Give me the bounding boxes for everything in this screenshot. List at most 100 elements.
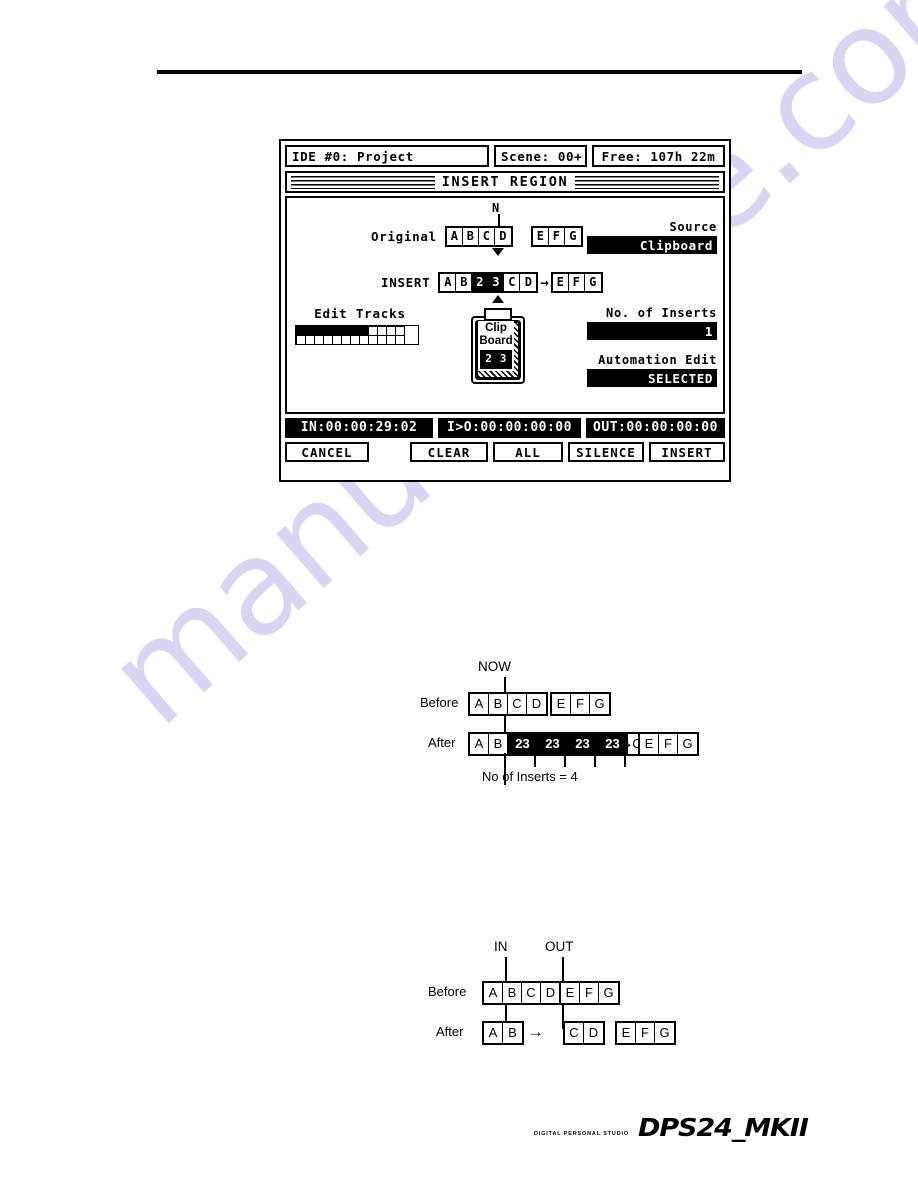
status-strip: IDE #0: Project Scene: 00+ Free: 107h 22…	[281, 141, 729, 167]
cell: C	[565, 1023, 584, 1043]
edit-tracks-row-bottom[interactable]	[296, 335, 418, 345]
cell-inserted: 23	[568, 734, 598, 754]
edit-tracks-group: Edit Tracks	[295, 306, 419, 345]
insert-tick	[564, 753, 566, 767]
clipboard-icon: Clip Board 2 3	[471, 308, 525, 384]
down-triangle-icon	[492, 248, 504, 256]
insert-tick	[594, 753, 596, 767]
clipboard-line-1: Clip	[485, 322, 507, 334]
cell: E	[640, 734, 659, 754]
cell: A	[470, 694, 489, 714]
cell: E	[532, 228, 549, 245]
cell-inserted: 23	[538, 734, 568, 754]
timecode-in[interactable]: IN:00:00:29:02	[285, 418, 433, 438]
cell: B	[462, 228, 479, 245]
footer-subtitle: DIGITAL PERSONAL STUDIO	[534, 1131, 629, 1137]
timecode-in-to-out[interactable]: I>O:00:00:00:00	[438, 418, 581, 438]
after-group-ab: A B	[482, 1021, 524, 1045]
automation-edit-label: Automation Edit	[598, 353, 717, 367]
cell: G	[678, 734, 697, 754]
edit-tracks-row-top[interactable]	[296, 326, 418, 336]
original-group-abcd: A B C D	[444, 226, 513, 247]
automation-edit-field[interactable]: Automation Edit SELECTED	[587, 353, 717, 387]
in-marker-text: IN	[494, 939, 508, 954]
after-row-label: After	[428, 735, 456, 750]
insert-tick	[534, 753, 536, 767]
timecode-out[interactable]: OUT:00:00:00:00	[586, 418, 725, 438]
cell: C	[508, 694, 527, 714]
cell: G	[584, 274, 601, 291]
cell-inserted: 3	[488, 274, 505, 291]
insert-group-efg: E F G	[550, 272, 603, 293]
cell: C	[478, 228, 495, 245]
clipboard-clip-icon	[484, 308, 512, 321]
cell: D	[494, 228, 511, 245]
original-row: Original A B C D E F G	[371, 226, 583, 247]
before-group-abcd: A B C D	[482, 981, 562, 1005]
cell-inserted: 2	[472, 274, 489, 291]
timecode-row: IN:00:00:29:02 I>O:00:00:00:00 OUT:00:00…	[285, 418, 725, 438]
now-marker-text: NOW	[478, 659, 511, 674]
insert-result-cells: A B 2 3 C D	[438, 272, 539, 293]
cell: E	[552, 274, 569, 291]
cell: B	[503, 983, 522, 1003]
cell: G	[564, 228, 581, 245]
title-stripes-right	[575, 175, 719, 189]
source-field-label: Source	[669, 220, 717, 234]
cell: F	[568, 274, 585, 291]
cell: A	[446, 228, 463, 245]
cell: F	[659, 734, 678, 754]
before-row-label: Before	[428, 984, 467, 999]
up-triangle-icon	[492, 295, 504, 303]
all-button[interactable]: ALL	[493, 442, 563, 462]
scene-status-box[interactable]: Scene: 00+	[494, 145, 587, 167]
after-group-efg: E F G	[615, 1021, 676, 1045]
cell: A	[470, 734, 489, 754]
page-header-rule	[157, 70, 802, 74]
cell: B	[456, 274, 473, 291]
page-title: INSERT REGION	[441, 174, 569, 190]
out-marker-text: OUT	[545, 939, 574, 954]
cell: F	[580, 983, 599, 1003]
cancel-button[interactable]: CANCEL	[285, 442, 369, 462]
lcd-screen-panel: IDE #0: Project Scene: 00+ Free: 107h 22…	[279, 139, 731, 482]
no-of-inserts-label: No. of Inserts	[606, 306, 717, 320]
no-of-inserts-field[interactable]: No. of Inserts 1	[587, 306, 717, 340]
now-marker-label: N	[492, 201, 500, 215]
cell: A	[484, 983, 503, 1003]
original-group-efg: E F G	[530, 226, 583, 247]
insert-row-label: INSERT	[381, 275, 431, 290]
cell: G	[655, 1023, 674, 1043]
track-cell[interactable]	[395, 335, 405, 345]
edit-tracks-grid[interactable]	[295, 325, 419, 345]
in-out-diagram: IN OUT Before A B C D E F G After A B → …	[420, 935, 700, 1045]
cell: B	[489, 734, 508, 754]
source-field-value[interactable]: Clipboard	[587, 236, 717, 254]
project-status-box[interactable]: IDE #0: Project	[285, 145, 489, 167]
cell-inserted: 23	[508, 734, 538, 754]
clear-button[interactable]: CLEAR	[410, 442, 488, 462]
insert-button[interactable]: INSERT	[649, 442, 725, 462]
cell: D	[584, 1023, 603, 1043]
free-space-status-box: Free: 107h 22m	[592, 145, 725, 167]
before-row-label: Before	[420, 695, 459, 710]
after-row-label: After	[436, 1024, 464, 1039]
before-group-abcd: A B C D	[468, 692, 548, 716]
right-arrow-icon: →	[617, 733, 634, 752]
footer-logo: DIGITAL PERSONAL STUDIO DPS24_MKII	[534, 1113, 809, 1142]
screen-body: N Original A B C D E F G INSERT A B 2 3 …	[285, 196, 725, 414]
automation-edit-value[interactable]: SELECTED	[587, 369, 717, 387]
cell: D	[527, 694, 546, 714]
cell: D	[520, 274, 537, 291]
cell: E	[617, 1023, 636, 1043]
cell: D	[541, 983, 560, 1003]
clipboard-line-2: Board	[479, 335, 513, 347]
insert-tick	[624, 753, 626, 767]
cell: G	[590, 694, 609, 714]
cell: E	[552, 694, 571, 714]
original-row-label: Original	[371, 229, 437, 244]
no-of-inserts-value[interactable]: 1	[587, 322, 717, 340]
cell: F	[548, 228, 565, 245]
source-field[interactable]: Source Clipboard	[587, 220, 717, 254]
silence-button[interactable]: SILENCE	[568, 442, 644, 462]
